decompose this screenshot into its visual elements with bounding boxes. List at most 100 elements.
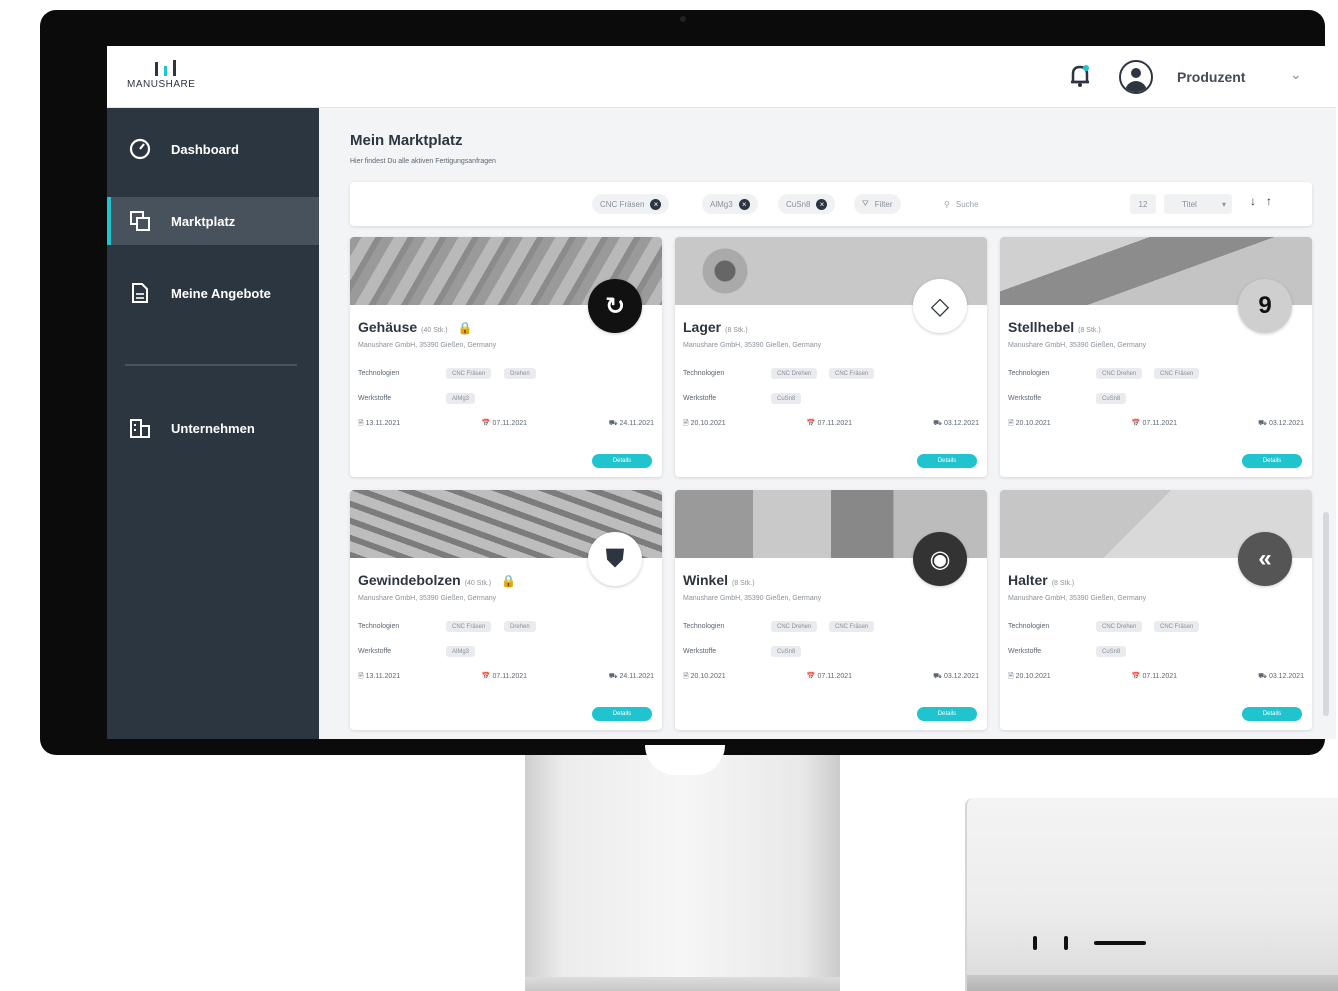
remove-chip-icon[interactable]: × [650,198,662,210]
materials-label: Werkstoffe [1008,648,1042,655]
request-card[interactable]: ⛊ Gewindebolzen (40 Stk.) 🔒 Manushare Gm… [350,490,662,730]
copy-icon [127,210,153,232]
scrollbar[interactable] [1323,512,1329,716]
details-button[interactable]: Details [917,454,977,468]
delivery-date-value: 03.12.2021 [943,673,979,680]
request-card[interactable]: ↻ Gehäuse (40 Stk.) 🔒 Manushare GmbH, 35… [350,237,662,477]
funnel-icon: ⛛ [862,199,869,208]
notification-bell-icon[interactable] [1069,64,1091,88]
details-button[interactable]: Details [592,454,652,468]
deadline-date-value: 07.11.2021 [492,673,527,680]
per-page-select[interactable]: 12 [1130,194,1156,214]
chevron-down-icon[interactable]: ⌄ [1290,66,1302,83]
calendar-icon: 📅 [481,420,491,427]
request-card[interactable]: ◇ Lager (8 Stk.) Manushare GmbH, 35390 G… [675,237,987,477]
materials-label: Werkstoffe [683,395,717,402]
created-date: 🗎 20.10.2021 [683,672,726,683]
request-card[interactable]: 9 Stellhebel (8 Stk.) Manushare GmbH, 35… [1000,237,1312,477]
monitor-stand [525,748,840,991]
deadline-date: 📅 07.11.2021 [482,419,527,430]
details-button[interactable]: Details [592,707,652,721]
request-card[interactable]: ◉ Winkel (8 Stk.) Manushare GmbH, 35390 … [675,490,987,730]
customer-logo-badge: ↻ [588,279,642,333]
technology-tag: CNC Drehen [771,621,818,632]
part-name: Gehäuse (40 Stk.) 🔒 [358,319,473,335]
logo-wordmark: MANUSHARE [127,79,196,90]
part-title: Winkel [683,572,728,588]
material-tag: AlMg3 [446,393,476,404]
monitor-bezel: MANUSHARE Produzent ⌄ Dashboard Marktpla… [40,10,1336,755]
document-icon: 🗎 [358,420,364,427]
customer-logo-badge: 9 [1238,279,1292,333]
arrow-up-icon[interactable]: ↑ [1266,194,1272,208]
delivery-date: ⛟ 03.12.2021 [1258,419,1304,430]
technologies-label: Technologien [683,370,725,377]
calendar-icon: 📅 [806,420,816,427]
arrow-down-icon[interactable]: ↓ [1250,194,1256,208]
details-button[interactable]: Details [1242,454,1302,468]
delivery-date: ⛟ 24.11.2021 [609,672,654,683]
user-avatar-icon[interactable] [1119,60,1153,94]
filter-chip[interactable]: CuSn8 × [778,194,836,214]
page-subtitle: Hier findest Du alle aktiven Fertigungsa… [350,158,496,165]
filter-button[interactable]: ⛛ Filter [854,194,901,214]
part-quantity: (8 Stk.) [1051,580,1075,587]
deadline-date-value: 07.11.2021 [1142,420,1177,427]
part-name: Lager (8 Stk.) [683,319,748,335]
customer-logo-badge: ⛊ [588,532,642,586]
filter-chip[interactable]: CNC Fräsen × [592,194,670,214]
filter-button-label: Filter [874,199,893,209]
sidebar-item-marktplatz[interactable]: Marktplatz [107,197,319,245]
deadline-date-value: 07.11.2021 [817,673,852,680]
company-address: Manushare GmbH, 35390 Gießen, Germany [358,595,497,602]
delivery-date-value: 03.12.2021 [1268,673,1304,680]
part-quantity: (8 Stk.) [725,327,748,334]
user-name[interactable]: Produzent [1177,69,1245,85]
mac-studio [965,798,1338,991]
manushare-logo[interactable]: MANUSHARE [127,58,227,90]
truck-icon: ⛟ [608,420,618,427]
material-tag: CuSn8 [1096,393,1127,404]
sidebar-item-unternehmen[interactable]: Unternehmen [107,404,319,452]
technology-tag: CNC Fräsen [1154,368,1200,379]
filter-chip-label: AlMg3 [710,199,733,209]
product-mockup: MANUSHARE Produzent ⌄ Dashboard Marktpla… [0,0,1338,991]
remove-chip-icon[interactable]: × [816,198,828,210]
document-icon [127,282,153,304]
delivery-date-value: 24.11.2021 [619,420,654,427]
part-title: Gehäuse [358,319,418,335]
created-date-value: 20.10.2021 [690,673,726,680]
main-content: Mein Marktplatz Hier findest Du alle akt… [319,108,1336,739]
filter-chip-label: CNC Fräsen [600,199,645,209]
deadline-date: 📅 07.11.2021 [1132,672,1177,683]
sidebar-item-label: Dashboard [171,141,239,157]
created-date-value: 20.10.2021 [690,420,726,427]
date-row: 🗎 20.10.2021 📅 07.11.2021 ⛟ 03.12.2021 [683,419,979,430]
sort-select[interactable]: Titel ▾ [1164,194,1232,214]
search-input[interactable]: ⚲ Suche [940,192,1115,216]
company-address: Manushare GmbH, 35390 Gießen, Germany [683,595,822,602]
sidebar-item-meine-angebote[interactable]: Meine Angebote [107,269,319,317]
date-row: 🗎 13.11.2021 📅 07.11.2021 ⛟ 24.11.2021 [358,672,654,683]
lock-icon: 🔒 [501,574,517,588]
filter-chip[interactable]: AlMg3 × [702,194,758,214]
part-name: Stellhebel (8 Stk.) [1008,319,1101,335]
details-button[interactable]: Details [917,707,977,721]
caret-down-icon: ▾ [1221,199,1226,209]
part-quantity: (40 Stk.) [464,580,492,587]
created-date: 🗎 20.10.2021 [1008,419,1051,430]
sidebar-item-dashboard[interactable]: Dashboard [107,125,319,173]
part-title: Halter [1008,572,1048,588]
building-icon [127,417,153,439]
details-button[interactable]: Details [1242,707,1302,721]
material-tag: CuSn8 [771,646,802,657]
part-quantity: (8 Stk.) [1078,327,1101,334]
part-quantity: (40 Stk.) [421,327,448,334]
technology-tag: CNC Drehen [771,368,818,379]
delivery-date: ⛟ 24.11.2021 [609,419,654,430]
truck-icon: ⛟ [1258,420,1267,427]
remove-chip-icon[interactable]: × [738,198,750,210]
request-card[interactable]: « Halter (8 Stk.) Manushare GmbH, 35390 … [1000,490,1312,730]
search-icon: ⚲ [944,199,950,209]
customer-logo-badge: ◉ [913,532,967,586]
